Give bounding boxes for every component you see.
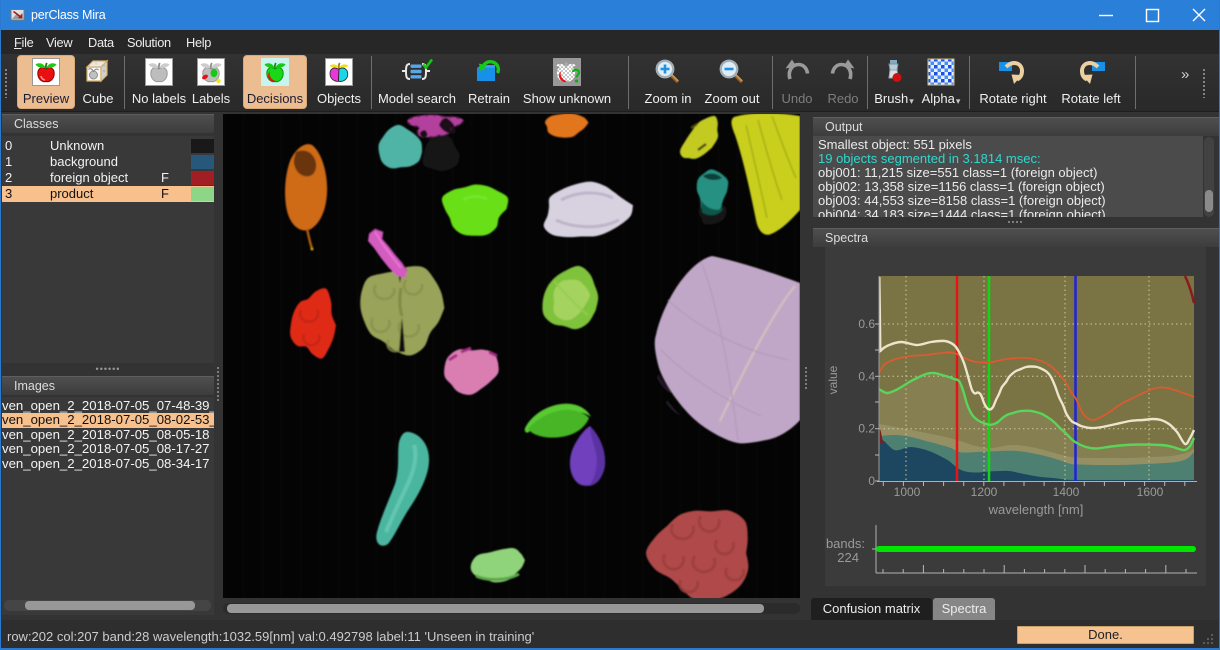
svg-text:value: value [826,365,840,394]
svg-text:1000: 1000 [894,485,921,499]
svg-text:1200: 1200 [971,485,998,499]
svg-text:wavelength [nm]: wavelength [nm] [988,502,1084,517]
svg-text:0.6: 0.6 [858,317,875,331]
svg-text:1400: 1400 [1053,485,1080,499]
svg-text:0.2: 0.2 [858,422,875,436]
svg-text:1600: 1600 [1137,485,1164,499]
svg-text:0.4: 0.4 [858,369,875,383]
svg-text:0: 0 [868,474,875,488]
svg-text:bands:: bands: [826,536,865,551]
svg-text:224: 224 [837,550,859,565]
